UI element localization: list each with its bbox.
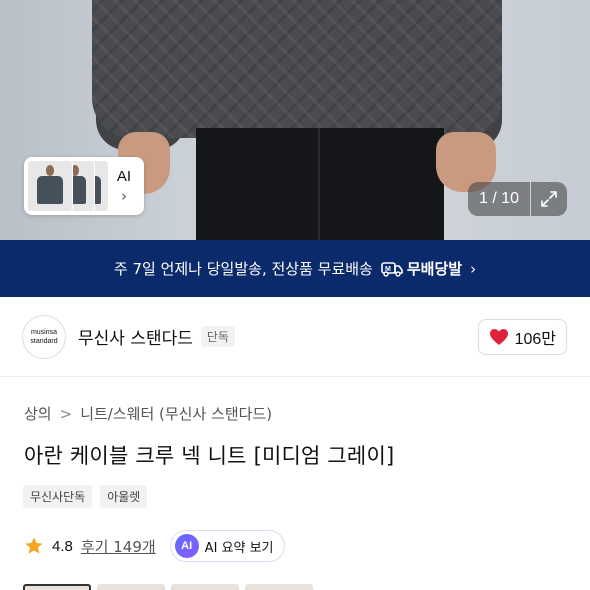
- brand-name-link[interactable]: 무신사 스탠다드: [78, 324, 193, 349]
- brand-logo-line2: standard: [30, 337, 58, 345]
- chevron-right-icon: >: [59, 404, 73, 423]
- ai-thumbnail-label: AI ›: [109, 168, 139, 204]
- breadcrumb-item-category[interactable]: 니트/스웨터 (무신사 스탠다드): [80, 403, 272, 424]
- color-options: [23, 584, 313, 590]
- ai-label: AI: [116, 168, 132, 185]
- expand-button[interactable]: [531, 182, 567, 216]
- color-option[interactable]: [97, 584, 165, 590]
- like-button[interactable]: 106만: [477, 319, 567, 355]
- banner-brand: M 무배당발: [381, 258, 462, 279]
- product-tags: 무신사단독 아울렛: [23, 485, 148, 508]
- pants: [196, 128, 444, 240]
- banner-brand-label: 무배당발: [406, 260, 463, 278]
- thumbnail-1: [27, 160, 73, 212]
- chevron-right-icon: ›: [121, 187, 127, 205]
- image-counter: 1 / 10: [468, 182, 530, 216]
- brand-logo[interactable]: musinsa standard: [22, 314, 66, 359]
- ai-summary-button[interactable]: AI AI 요약 보기: [169, 530, 285, 562]
- ai-fitting-thumbnail[interactable]: AI ›: [24, 157, 144, 215]
- tag-exclusive: 무신사단독: [23, 485, 93, 508]
- brand-row: musinsa standard 무신사 스탠다드 단독 106만: [0, 297, 590, 377]
- expand-icon: [541, 191, 557, 207]
- tag-outlet: 아울렛: [100, 485, 148, 508]
- thumbnail-stack: [27, 160, 109, 212]
- pants-crease: [318, 128, 320, 240]
- color-option-selected[interactable]: [23, 584, 91, 590]
- sweater-knit-pattern: [92, 0, 502, 138]
- exclusive-badge: 단독: [200, 326, 235, 347]
- product-image-carousel[interactable]: AI › 1 / 10: [0, 0, 590, 240]
- like-count: 106만: [514, 331, 556, 348]
- delivery-banner[interactable]: 주 7일 언제나 당일발송, 전상품 무료배송 M 무배당발 ›: [0, 240, 590, 297]
- rating-score: 4.8: [52, 537, 73, 555]
- brand-logo-line1: musinsa: [30, 328, 58, 336]
- svg-text:M: M: [385, 266, 391, 273]
- ai-summary-label: AI 요약 보기: [204, 540, 274, 556]
- color-option[interactable]: [171, 584, 239, 590]
- color-option[interactable]: [245, 584, 313, 590]
- rating-row: 4.8 후기 149개 AI AI 요약 보기: [24, 530, 285, 562]
- chevron-right-icon: ›: [470, 259, 477, 278]
- breadcrumb-item-top[interactable]: 상의: [24, 403, 52, 424]
- truck-icon: M: [381, 261, 403, 277]
- star-icon: [25, 537, 43, 554]
- reviews-link[interactable]: 후기 149개: [81, 536, 156, 557]
- banner-text: 주 7일 언제나 당일발송, 전상품 무료배송: [113, 260, 373, 278]
- ai-badge-icon: AI: [174, 534, 199, 558]
- product-title: 아란 케이블 크루 넥 니트 [미디엄 그레이]: [24, 444, 395, 468]
- heart-icon: [489, 329, 508, 345]
- breadcrumb: 상의 > 니트/스웨터 (무신사 스탠다드): [24, 403, 272, 424]
